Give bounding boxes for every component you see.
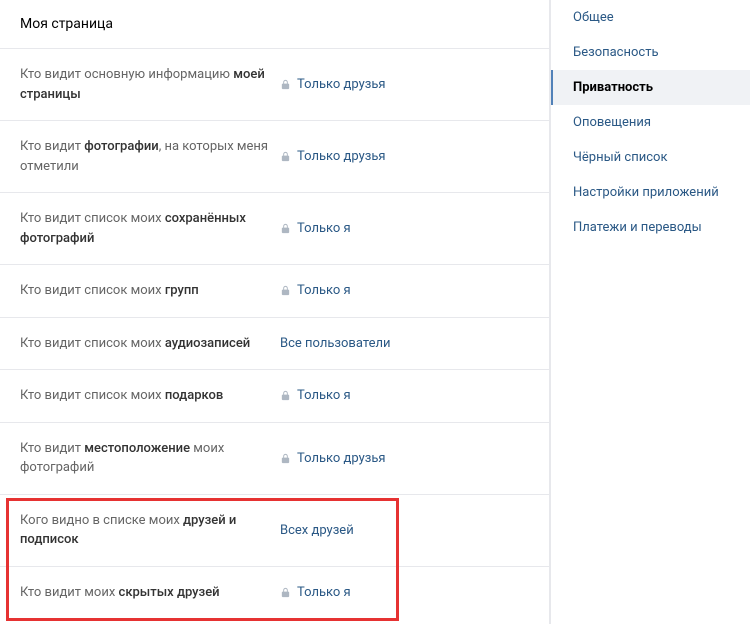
- setting-row: Кто видит основную информацию моей стран…: [0, 49, 549, 121]
- setting-value-selector[interactable]: Все пользователи: [280, 336, 391, 351]
- section-title: Моя страница: [0, 0, 549, 49]
- setting-value-selector[interactable]: Только друзья: [280, 77, 386, 92]
- settings-sidebar: Общее Безопасность Приватность Оповещения Чё…: [550, 0, 750, 624]
- sidebar-item-label: Чёрный список: [573, 150, 667, 165]
- sidebar-item[interactable]: Чёрный список: [551, 140, 750, 175]
- setting-value-text: Только я: [297, 283, 351, 298]
- lock-icon: [280, 79, 291, 90]
- setting-value-text: Всех друзей: [280, 523, 354, 538]
- setting-value-selector[interactable]: Всех друзей: [280, 523, 354, 538]
- sidebar-item-label: Платежи и переводы: [573, 220, 702, 235]
- setting-row: Кто видит фотографии, на которых меня от…: [0, 121, 549, 193]
- lock-icon: [280, 151, 291, 162]
- lock-icon: [280, 285, 291, 296]
- setting-label: Кто видит основную информацию моей стран…: [20, 65, 280, 104]
- lock-icon: [280, 587, 291, 598]
- sidebar-item-label: Настройки приложений: [573, 185, 719, 200]
- lock-icon: [280, 223, 291, 234]
- setting-row: Кто видит список моих сохранённых фотогр…: [0, 193, 549, 265]
- sidebar-item[interactable]: Платежи и переводы: [551, 210, 750, 245]
- setting-label: Кто видит список моих групп: [20, 281, 280, 301]
- sidebar-item[interactable]: Приватность: [551, 70, 750, 105]
- sidebar-item-label: Безопасность: [573, 45, 659, 60]
- setting-value-text: Все пользователи: [280, 336, 391, 351]
- setting-value-text: Только я: [297, 221, 351, 236]
- setting-row: Кто видит список моих аудиозаписейВсе по…: [0, 318, 549, 371]
- setting-row: Кто видит список моих групп Только я: [0, 265, 549, 318]
- setting-value-selector[interactable]: Только я: [280, 388, 351, 403]
- sidebar-item[interactable]: Оповещения: [551, 105, 750, 140]
- setting-label: Кто видит фотографии, на которых меня от…: [20, 137, 280, 176]
- setting-row: Кого видно в списке моих друзей и подпис…: [0, 495, 549, 567]
- setting-value-text: Только я: [297, 585, 351, 600]
- sidebar-item-label: Приватность: [573, 80, 653, 95]
- sidebar-item-label: Общее: [573, 10, 614, 25]
- setting-row: Кто видит местоположение моих фотографий…: [0, 423, 549, 495]
- setting-row: Кто видит моих скрытых друзей Только я: [0, 567, 549, 619]
- setting-label: Кто видит список моих сохранённых фотогр…: [20, 209, 280, 248]
- privacy-settings-panel: Моя страница Кто видит основную информац…: [0, 0, 550, 624]
- setting-value-text: Только друзья: [297, 77, 386, 92]
- lock-icon: [280, 390, 291, 401]
- setting-value-text: Только друзья: [297, 149, 386, 164]
- setting-value-selector[interactable]: Только я: [280, 585, 351, 600]
- setting-value-text: Только я: [297, 388, 351, 403]
- setting-label: Кого видно в списке моих друзей и подпис…: [20, 511, 280, 550]
- setting-label: Кто видит список моих подарков: [20, 386, 280, 406]
- settings-list: Кто видит основную информацию моей стран…: [0, 49, 549, 618]
- setting-label: Кто видит местоположение моих фотографий: [20, 439, 280, 478]
- setting-value-selector[interactable]: Только друзья: [280, 149, 386, 164]
- lock-icon: [280, 453, 291, 464]
- setting-label: Кто видит список моих аудиозаписей: [20, 334, 280, 354]
- sidebar-item[interactable]: Безопасность: [551, 35, 750, 70]
- sidebar-item[interactable]: Настройки приложений: [551, 175, 750, 210]
- setting-value-selector[interactable]: Только я: [280, 221, 351, 236]
- setting-value-selector[interactable]: Только друзья: [280, 451, 386, 466]
- setting-value-text: Только друзья: [297, 451, 386, 466]
- setting-label: Кто видит моих скрытых друзей: [20, 583, 280, 603]
- sidebar-item[interactable]: Общее: [551, 0, 750, 35]
- setting-value-selector[interactable]: Только я: [280, 283, 351, 298]
- setting-row: Кто видит список моих подарков Только я: [0, 370, 549, 423]
- sidebar-item-label: Оповещения: [573, 115, 651, 130]
